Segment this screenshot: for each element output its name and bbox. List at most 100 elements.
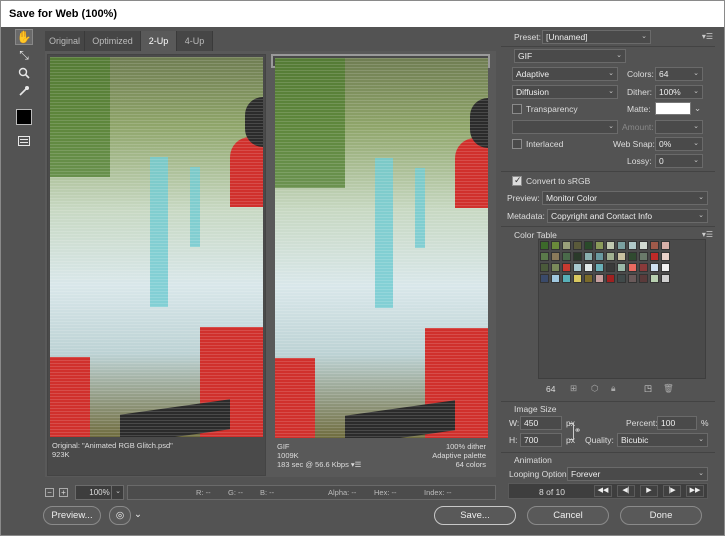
link-icon[interactable]: ⚭ bbox=[574, 425, 581, 436]
color-swatch[interactable] bbox=[562, 263, 571, 272]
color-swatch[interactable] bbox=[639, 252, 648, 261]
download-time-menu-icon[interactable]: ▾☰ bbox=[351, 460, 362, 469]
color-swatch[interactable] bbox=[628, 274, 637, 283]
lossy-field[interactable]: 0 ⌄ bbox=[655, 154, 703, 168]
color-swatch[interactable] bbox=[573, 252, 582, 261]
color-swatch[interactable] bbox=[573, 274, 582, 283]
optimized-pane[interactable]: GIF 1009K 183 sec @ 56.6 Kbps ▾☰ 100% di… bbox=[271, 54, 490, 469]
quality-select[interactable]: Bicubic ⌄ bbox=[617, 433, 708, 447]
colors-field[interactable]: 64 ⌄ bbox=[655, 67, 703, 81]
color-swatch[interactable] bbox=[639, 263, 648, 272]
color-swatch[interactable] bbox=[595, 241, 604, 250]
width-field[interactable]: 450 bbox=[520, 416, 562, 430]
color-swatch[interactable] bbox=[628, 252, 637, 261]
browser-dropdown-icon[interactable]: ⌄ bbox=[132, 506, 144, 525]
color-swatch[interactable] bbox=[595, 274, 604, 283]
color-swatch[interactable] bbox=[584, 263, 593, 272]
matte-dropdown-icon[interactable]: ⌄ bbox=[694, 103, 701, 114]
color-swatch[interactable] bbox=[540, 241, 549, 250]
color-swatch[interactable] bbox=[595, 252, 604, 261]
color-swatch[interactable] bbox=[595, 263, 604, 272]
color-swatch[interactable] bbox=[562, 252, 571, 261]
color-swatch[interactable] bbox=[606, 241, 615, 250]
play-icon[interactable]: ▶ bbox=[640, 485, 658, 497]
matte-color-swatch[interactable] bbox=[655, 102, 691, 115]
color-reduction-select[interactable]: Adaptive ⌄ bbox=[512, 67, 618, 81]
height-field[interactable]: 700 bbox=[520, 433, 562, 447]
browser-preview-icon[interactable]: ◎ bbox=[109, 506, 131, 525]
color-table-menu-icon[interactable]: ▾☰ bbox=[702, 230, 713, 239]
web-shift-icon[interactable]: ⬡ bbox=[591, 383, 598, 394]
new-color-icon[interactable]: ◳ bbox=[644, 383, 652, 394]
next-frame-icon[interactable]: |▶ bbox=[663, 485, 681, 497]
zoom-dropdown-icon[interactable]: ⌄ bbox=[111, 485, 124, 500]
color-swatch[interactable] bbox=[551, 274, 560, 283]
color-swatch[interactable] bbox=[573, 263, 582, 272]
color-swatch[interactable] bbox=[551, 241, 560, 250]
color-swatch[interactable] bbox=[639, 241, 648, 250]
color-swatch[interactable] bbox=[562, 241, 571, 250]
websnap-field[interactable]: 0% ⌄ bbox=[655, 137, 703, 151]
color-swatch[interactable] bbox=[540, 263, 549, 272]
color-swatch[interactable] bbox=[617, 263, 626, 272]
tab-optimized[interactable]: Optimized bbox=[85, 31, 141, 51]
tab-2-up[interactable]: 2-Up bbox=[141, 31, 177, 51]
previous-frame-icon[interactable]: ◀| bbox=[617, 485, 635, 497]
delete-color-icon[interactable]: 🗑︎ bbox=[663, 383, 674, 394]
color-swatch[interactable] bbox=[551, 252, 560, 261]
color-swatch[interactable] bbox=[617, 274, 626, 283]
color-swatch[interactable] bbox=[650, 252, 659, 261]
map-color-icon[interactable]: ⊞ bbox=[570, 383, 577, 394]
color-swatch[interactable] bbox=[562, 274, 571, 283]
color-swatch[interactable] bbox=[606, 252, 615, 261]
color-swatch[interactable] bbox=[584, 274, 593, 283]
transparency-dither-select[interactable]: ⌄ bbox=[512, 120, 618, 134]
color-swatch[interactable] bbox=[650, 274, 659, 283]
color-swatch[interactable] bbox=[661, 274, 670, 283]
eyedropper-color-swatch[interactable] bbox=[16, 109, 32, 125]
color-swatch[interactable] bbox=[540, 252, 549, 261]
done-button[interactable]: Done bbox=[620, 506, 702, 525]
preset-menu-icon[interactable]: ▾☰ bbox=[702, 32, 713, 41]
last-frame-icon[interactable]: ▶▶ bbox=[686, 485, 704, 497]
tab-4-up[interactable]: 4-Up bbox=[177, 31, 213, 51]
interlaced-checkbox[interactable] bbox=[512, 139, 522, 149]
color-swatch[interactable] bbox=[628, 241, 637, 250]
amount-field[interactable]: ⌄ bbox=[655, 120, 703, 134]
transparency-checkbox[interactable] bbox=[512, 104, 522, 114]
color-swatch[interactable] bbox=[584, 252, 593, 261]
preview-mode-select[interactable]: Monitor Color ⌄ bbox=[542, 191, 708, 205]
original-pane[interactable]: Original: "Animated RGB Glitch.psd" 923K bbox=[47, 54, 266, 476]
toggle-slices-icon[interactable] bbox=[15, 133, 33, 149]
first-frame-icon[interactable]: ◀◀ bbox=[594, 485, 612, 497]
color-swatch[interactable] bbox=[650, 263, 659, 272]
color-swatch[interactable] bbox=[606, 263, 615, 272]
color-swatch[interactable] bbox=[661, 263, 670, 272]
color-swatch[interactable] bbox=[606, 274, 615, 283]
slice-select-icon[interactable]: ⤡ bbox=[15, 47, 33, 63]
format-select[interactable]: GIF ⌄ bbox=[514, 49, 626, 63]
eyedropper-icon[interactable] bbox=[15, 83, 33, 99]
color-swatch[interactable] bbox=[551, 263, 560, 272]
zoom-icon[interactable] bbox=[15, 65, 33, 81]
percent-field[interactable]: 100 bbox=[657, 416, 697, 430]
hand-icon[interactable]: ✋ bbox=[15, 29, 33, 45]
color-swatch[interactable] bbox=[573, 241, 582, 250]
cancel-button[interactable]: Cancel bbox=[527, 506, 609, 525]
metadata-select[interactable]: Copyright and Contact Info ⌄ bbox=[547, 209, 708, 223]
color-swatch[interactable] bbox=[540, 274, 549, 283]
looping-select[interactable]: Forever ⌄ bbox=[567, 467, 708, 481]
dither-field[interactable]: 100% ⌄ bbox=[655, 85, 703, 99]
color-swatch[interactable] bbox=[639, 274, 648, 283]
preset-select[interactable]: [Unnamed] ⌄ bbox=[542, 30, 651, 44]
zoom-out-button[interactable]: − bbox=[45, 488, 54, 497]
color-swatch[interactable] bbox=[661, 252, 670, 261]
color-swatch[interactable] bbox=[617, 241, 626, 250]
preview-button[interactable]: Preview... bbox=[43, 506, 101, 525]
color-swatch[interactable] bbox=[628, 263, 637, 272]
tab-original[interactable]: Original bbox=[45, 31, 85, 51]
lock-color-icon[interactable]: 🔒︎ bbox=[611, 383, 616, 394]
zoom-in-button[interactable]: + bbox=[59, 488, 68, 497]
dither-algorithm-select[interactable]: Diffusion ⌄ bbox=[512, 85, 618, 99]
save-button[interactable]: Save... bbox=[434, 506, 516, 525]
